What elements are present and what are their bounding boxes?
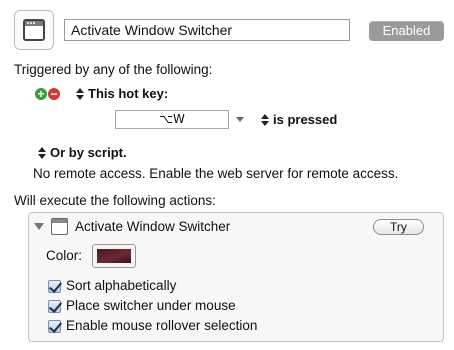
sort-alphabetically-checkbox[interactable] <box>48 280 61 293</box>
press-mode-label[interactable]: is pressed <box>273 112 337 127</box>
triggers-heading: Triggered by any of the following: <box>14 62 213 77</box>
actions-heading: Will execute the following actions: <box>14 193 216 208</box>
color-label: Color: <box>46 248 83 263</box>
macro-name-field[interactable]: Activate Window Switcher <box>64 19 350 41</box>
hotkey-dropdown-icon[interactable] <box>236 117 244 122</box>
remove-trigger-icon[interactable]: − <box>48 88 60 100</box>
color-well[interactable] <box>92 244 136 268</box>
trigger-type-updown-icon[interactable] <box>76 88 84 100</box>
add-trigger-icon[interactable]: + <box>35 88 47 100</box>
sort-alphabetically-label[interactable]: Sort alphabetically <box>66 278 176 293</box>
color-swatch <box>97 249 131 263</box>
window-icon <box>23 19 45 41</box>
disclosure-triangle-icon[interactable] <box>34 223 44 230</box>
hotkey-field[interactable]: ⌥W <box>115 110 229 129</box>
remote-access-text: No remote access. Enable the web server … <box>33 166 399 181</box>
place-under-mouse-label[interactable]: Place switcher under mouse <box>66 298 236 313</box>
hotkey-trigger-label[interactable]: This hot key: <box>88 86 168 101</box>
try-button[interactable]: Try <box>373 219 424 235</box>
place-under-mouse-checkbox[interactable] <box>48 300 61 313</box>
press-mode-updown-icon[interactable] <box>261 114 269 126</box>
mouse-rollover-label[interactable]: Enable mouse rollover selection <box>66 318 257 333</box>
window-icon <box>51 218 68 235</box>
enabled-button[interactable]: Enabled <box>369 21 444 41</box>
script-trigger-label[interactable]: Or by script. <box>50 145 127 160</box>
action-title: Activate Window Switcher <box>75 219 231 234</box>
mouse-rollover-checkbox[interactable] <box>48 320 61 333</box>
macro-window-icon[interactable] <box>14 10 54 50</box>
script-trigger-updown-icon[interactable] <box>38 147 46 159</box>
